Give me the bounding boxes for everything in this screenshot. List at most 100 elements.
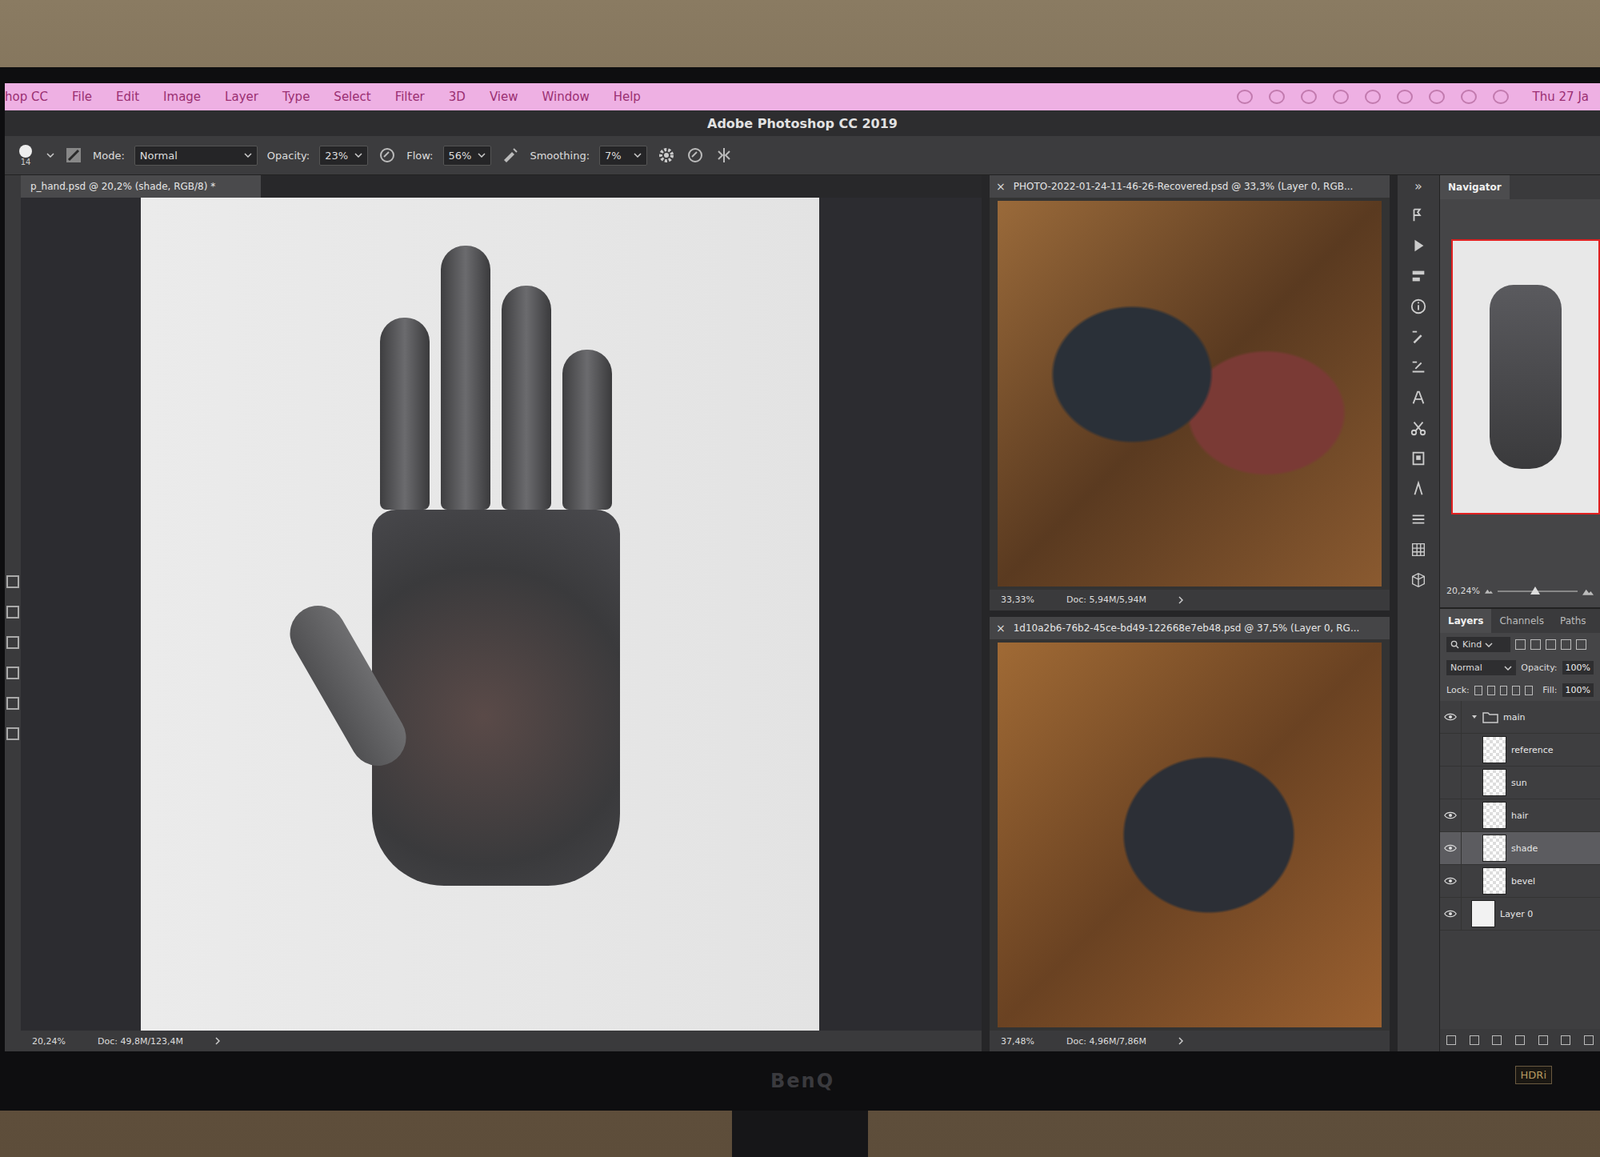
blend-mode-select[interactable]: Normal bbox=[1446, 660, 1516, 676]
menu-item[interactable]: Layer bbox=[224, 89, 259, 104]
layer-action-icon[interactable] bbox=[1469, 1035, 1480, 1045]
status-icon[interactable] bbox=[1364, 89, 1381, 104]
layer-row[interactable]: bevel bbox=[1440, 864, 1600, 898]
collapse-button[interactable]: » bbox=[1414, 178, 1423, 194]
menu-item[interactable]: 3D bbox=[448, 89, 466, 104]
lock-icon[interactable] bbox=[1487, 685, 1496, 696]
chevron-icon[interactable] bbox=[1178, 596, 1184, 604]
menu-item[interactable]: Select bbox=[333, 89, 371, 104]
visibility-toggle[interactable] bbox=[1440, 832, 1462, 864]
filter-icon[interactable] bbox=[1530, 639, 1541, 650]
zoom-slider[interactable] bbox=[1497, 590, 1578, 592]
close-button[interactable]: × bbox=[996, 621, 1006, 635]
zoom-level[interactable]: 33,33% bbox=[1000, 594, 1035, 605]
status-icon[interactable] bbox=[1428, 89, 1445, 104]
menu-item[interactable]: Window bbox=[542, 89, 590, 104]
menu-item[interactable]: Type bbox=[282, 89, 310, 104]
opacity-field[interactable]: 100% bbox=[1562, 660, 1594, 675]
lock-icon[interactable] bbox=[1500, 685, 1508, 696]
menu-item[interactable]: Help bbox=[613, 89, 641, 104]
visibility-toggle[interactable] bbox=[1440, 864, 1462, 897]
character-icon[interactable] bbox=[1409, 388, 1428, 407]
panel-tab[interactable]: Layers bbox=[1440, 608, 1492, 633]
layer-row[interactable]: shade bbox=[1440, 832, 1600, 865]
3d-icon[interactable] bbox=[1409, 571, 1428, 589]
visibility-toggle[interactable] bbox=[1440, 700, 1462, 733]
canvas[interactable] bbox=[140, 197, 820, 1031]
opacity-field[interactable]: 23% bbox=[319, 145, 368, 166]
layer-action-icon[interactable] bbox=[1584, 1035, 1594, 1045]
status-icon[interactable] bbox=[1332, 89, 1349, 104]
zoom-level[interactable]: 20,24% bbox=[1446, 585, 1480, 596]
visibility-toggle[interactable] bbox=[1440, 733, 1462, 766]
panel-tab[interactable]: Navigator bbox=[1440, 175, 1510, 200]
brush-preset[interactable]: 14 bbox=[14, 144, 37, 167]
menu-item[interactable]: Image bbox=[163, 89, 201, 104]
lock-icon[interactable] bbox=[1474, 685, 1483, 696]
clone-source-icon[interactable] bbox=[1409, 358, 1428, 376]
layer-name[interactable]: shade bbox=[1511, 843, 1538, 854]
filter-icon[interactable] bbox=[1576, 639, 1587, 650]
lock-icon[interactable] bbox=[1512, 685, 1520, 696]
layer-action-icon[interactable] bbox=[1492, 1035, 1502, 1045]
status-icon[interactable] bbox=[1460, 89, 1477, 104]
status-icon[interactable] bbox=[1492, 89, 1509, 104]
tool-icon[interactable] bbox=[6, 605, 20, 619]
brush-icon[interactable] bbox=[1409, 328, 1428, 346]
panel-tab[interactable]: Channels bbox=[1491, 608, 1552, 633]
document-window[interactable]: ×PHOTO-2022-01-24-11-46-26-Recovered.psd… bbox=[989, 175, 1390, 611]
expand-icon[interactable] bbox=[1471, 713, 1478, 720]
layer-name[interactable]: sun bbox=[1511, 777, 1528, 788]
layer-row[interactable]: main bbox=[1440, 700, 1600, 734]
info-icon[interactable] bbox=[1409, 297, 1428, 316]
close-button[interactable]: × bbox=[996, 180, 1006, 193]
layer-row[interactable]: hair bbox=[1440, 799, 1600, 832]
canvas-area[interactable] bbox=[20, 197, 982, 1031]
filter-icon[interactable] bbox=[1515, 639, 1526, 650]
glyphs-icon[interactable] bbox=[1409, 480, 1428, 498]
fill-field[interactable]: 100% bbox=[1562, 683, 1594, 697]
tool-icon[interactable] bbox=[6, 636, 20, 649]
filter-icon[interactable] bbox=[1545, 639, 1556, 650]
document-tab[interactable]: p_hand.psd @ 20,2% (shade, RGB/8) * bbox=[20, 175, 261, 198]
caret-icon[interactable] bbox=[46, 152, 55, 158]
visibility-toggle[interactable] bbox=[1440, 766, 1462, 799]
gear-icon[interactable] bbox=[656, 145, 676, 165]
clock[interactable]: Thu 27 Ja bbox=[1532, 89, 1589, 104]
menu-item[interactable]: View bbox=[489, 89, 519, 104]
visibility-toggle[interactable] bbox=[1440, 897, 1462, 930]
filter-icon[interactable] bbox=[1560, 639, 1572, 650]
menu-item[interactable]: Filter bbox=[395, 89, 425, 104]
grid-icon[interactable] bbox=[1409, 540, 1428, 559]
pressure-size-icon[interactable] bbox=[685, 145, 705, 165]
brush-settings-icon[interactable] bbox=[64, 145, 84, 165]
status-icon[interactable] bbox=[1300, 89, 1317, 104]
play-icon[interactable] bbox=[1409, 236, 1428, 255]
layer-row[interactable]: Layer 0 bbox=[1440, 897, 1600, 931]
layer-name[interactable]: reference bbox=[1511, 744, 1554, 756]
symmetry-icon[interactable] bbox=[714, 145, 734, 165]
tool-icon[interactable] bbox=[6, 727, 20, 740]
document-tab[interactable]: ×1d10a2b6-76b2-45ce-bd49-122668e7eb48.ps… bbox=[989, 616, 1390, 640]
canvas-area[interactable] bbox=[989, 197, 1390, 590]
document-window[interactable]: ×1d10a2b6-76b2-45ce-bd49-122668e7eb48.ps… bbox=[989, 616, 1390, 1052]
history-icon[interactable] bbox=[1409, 206, 1428, 224]
visibility-toggle[interactable] bbox=[1440, 799, 1462, 832]
libraries-icon[interactable] bbox=[1409, 449, 1428, 468]
status-icon[interactable] bbox=[1268, 89, 1285, 104]
slider-knob[interactable] bbox=[1530, 586, 1540, 595]
adjustments-icon[interactable] bbox=[1409, 267, 1428, 285]
pressure-opacity-icon[interactable] bbox=[377, 145, 397, 165]
status-icon[interactable] bbox=[1396, 89, 1413, 104]
lock-icon[interactable] bbox=[1524, 685, 1533, 696]
scissors-icon[interactable] bbox=[1409, 419, 1428, 437]
layer-name[interactable]: main bbox=[1503, 712, 1525, 723]
zoom-level[interactable]: 37,48% bbox=[1000, 1036, 1035, 1047]
layer-name[interactable]: hair bbox=[1511, 810, 1528, 821]
layer-row[interactable]: sun bbox=[1440, 766, 1600, 800]
layer-name[interactable]: bevel bbox=[1511, 876, 1536, 887]
status-icon[interactable] bbox=[1236, 89, 1253, 104]
layer-action-icon[interactable] bbox=[1560, 1035, 1571, 1045]
filter-select[interactable]: Kind bbox=[1446, 636, 1511, 652]
layer-row[interactable]: reference bbox=[1440, 733, 1600, 767]
